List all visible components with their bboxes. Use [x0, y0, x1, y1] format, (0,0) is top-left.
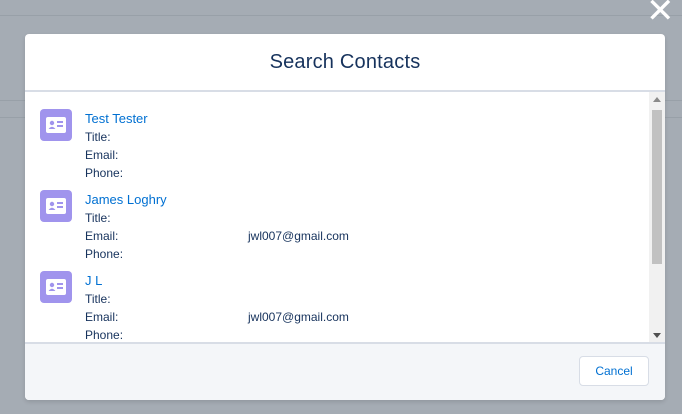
- contact-name-link[interactable]: Test Tester: [85, 111, 148, 126]
- contact-card-icon: [40, 109, 72, 141]
- contact-item: Test Tester Title: Email: Phone:: [25, 92, 665, 180]
- email-label: Email:: [85, 310, 119, 324]
- phone-label: Phone:: [85, 328, 124, 342]
- contact-list: Test Tester Title: Email: Phone: James L…: [25, 92, 665, 343]
- title-label: Title:: [85, 130, 111, 144]
- contact-list-scrollbar[interactable]: [649, 92, 665, 343]
- contact-item: James Loghry Title: Email: jwl007@gmail.…: [25, 173, 665, 261]
- contact-name-link[interactable]: James Loghry: [85, 192, 167, 207]
- scrollbar-thumb[interactable]: [652, 110, 662, 264]
- email-label: Email:: [85, 229, 119, 243]
- contact-card-icon: [40, 190, 72, 222]
- scroll-up-icon[interactable]: [653, 97, 661, 102]
- background-divider: [0, 15, 682, 16]
- email-value: jwl007@gmail.com: [248, 310, 349, 324]
- email-value: jwl007@gmail.com: [248, 229, 349, 243]
- email-label: Email:: [85, 148, 119, 162]
- search-contacts-modal: Search Contacts Test Tester Title: Email…: [25, 34, 665, 400]
- modal-header: Search Contacts: [25, 34, 665, 92]
- close-icon[interactable]: ✕: [646, 0, 675, 28]
- title-label: Title:: [85, 211, 111, 225]
- scroll-down-icon[interactable]: [653, 333, 661, 338]
- modal-footer: Cancel: [25, 342, 665, 400]
- contact-item: J L Title: Email: jwl007@gmail.com Phone…: [25, 254, 665, 342]
- cancel-button[interactable]: Cancel: [579, 356, 649, 386]
- contact-name-link[interactable]: J L: [85, 273, 102, 288]
- modal-title: Search Contacts: [269, 50, 421, 73]
- title-label: Title:: [85, 292, 111, 306]
- contact-card-icon: [40, 271, 72, 303]
